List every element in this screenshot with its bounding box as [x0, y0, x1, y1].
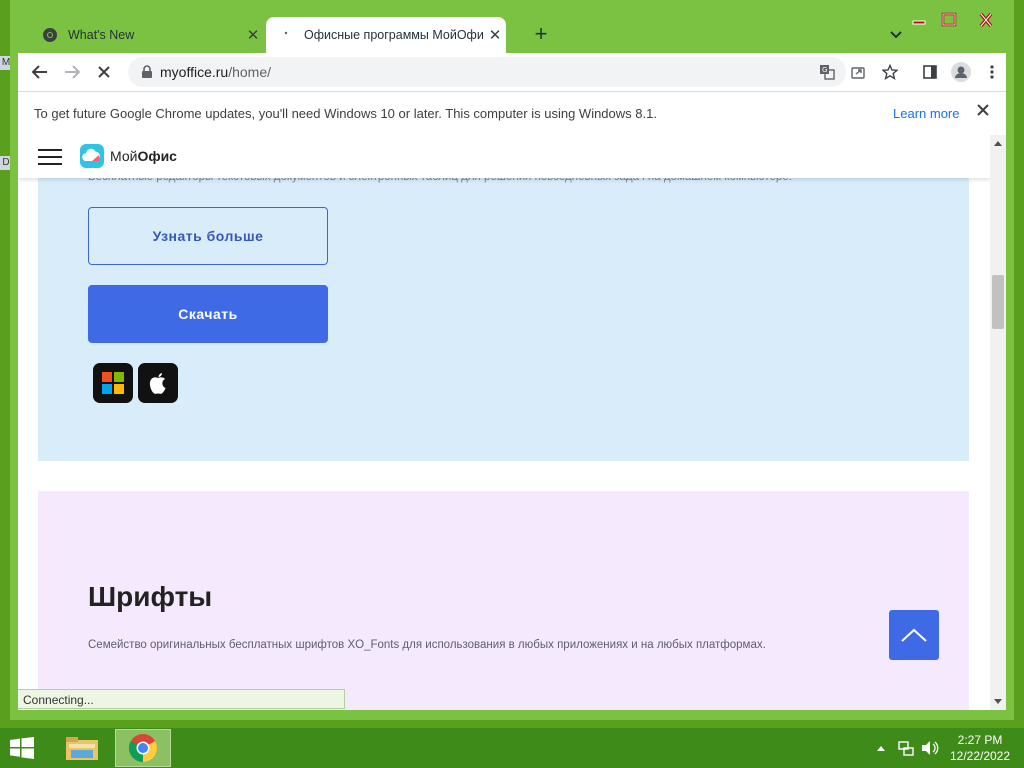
loading-favicon-icon: [284, 31, 288, 35]
tab-close-icon[interactable]: ✕: [484, 26, 506, 44]
show-hidden-icons-icon[interactable]: [876, 744, 886, 752]
tab-myoffice[interactable]: Офисные программы МойОфи ✕: [266, 17, 506, 53]
section-title: Шрифты: [88, 581, 213, 612]
chevron-up-icon: [901, 628, 927, 642]
share-button[interactable]: [846, 60, 870, 84]
url-path: /home/: [228, 64, 272, 80]
side-panel-button[interactable]: [918, 60, 942, 84]
translate-icon: G: [820, 65, 835, 80]
chrome-taskbar-button[interactable]: [115, 729, 171, 767]
update-infobar: To get future Google Chrome updates, you…: [18, 91, 1006, 136]
fonts-section: Шрифты Семейство оригинальных бесплатных…: [38, 491, 969, 710]
hero-section: Бесплатные редакторы текстовых документо…: [38, 135, 969, 461]
svg-text:G: G: [822, 66, 827, 74]
apple-logo-icon: [149, 373, 166, 394]
site-header: МойОфис: [18, 135, 990, 178]
arrow-left-icon: [31, 65, 47, 79]
clock-time: 2:27 PM: [957, 733, 1003, 747]
tab-close-icon[interactable]: ✕: [242, 26, 264, 44]
file-explorer-taskbar-button[interactable]: [54, 729, 110, 767]
kebab-menu-icon: [990, 65, 994, 79]
tab-whats-new[interactable]: What's New ✕: [30, 17, 264, 53]
myoffice-logo-icon: [80, 144, 104, 168]
tab-strip: What's New ✕ Офисные программы МойОфи ✕ …: [18, 17, 1014, 53]
learn-more-link[interactable]: Learn more: [893, 106, 959, 121]
scroll-up-arrow-icon[interactable]: [994, 141, 1002, 146]
translate-button[interactable]: G: [815, 60, 839, 84]
stop-button[interactable]: [92, 60, 116, 84]
scroll-to-top-button[interactable]: [889, 610, 939, 660]
windows-taskbar: 2:27 PM 12/22/2022: [0, 728, 1024, 768]
browser-window: What's New ✕ Офисные программы МойОфи ✕ …: [10, 0, 1014, 720]
tab-title: Офисные программы МойОфи: [304, 28, 484, 42]
windows-start-icon[interactable]: [10, 737, 34, 759]
profile-button[interactable]: [949, 60, 973, 84]
chevron-down-icon[interactable]: [886, 23, 906, 47]
avatar-icon: [951, 62, 971, 82]
system-clock[interactable]: 2:27 PM 12/22/2022: [940, 732, 1020, 764]
url-host: myoffice.ru: [160, 64, 229, 80]
menu-button[interactable]: [980, 60, 1004, 84]
close-icon[interactable]: [975, 102, 991, 118]
learn-more-button[interactable]: Узнать больше: [88, 207, 328, 265]
url-text: myoffice.ru/home/: [160, 64, 271, 80]
bookmark-button[interactable]: [878, 60, 902, 84]
logo-text-part2: Офис: [137, 148, 177, 164]
lock-icon: [142, 65, 152, 78]
macos-download-button[interactable]: [138, 363, 178, 403]
chrome-icon: [129, 734, 157, 762]
close-window-icon[interactable]: [976, 11, 996, 29]
windows-logo-icon: [102, 372, 124, 394]
scroll-down-arrow-icon[interactable]: [994, 699, 1002, 704]
logo-text-part1: Мой: [110, 148, 138, 164]
browser-toolbar: myoffice.ru/home/ G: [18, 53, 1006, 91]
new-tab-icon[interactable]: +: [528, 21, 554, 47]
back-button[interactable]: [28, 60, 52, 84]
page-scrollbar[interactable]: [990, 135, 1006, 710]
side-panel-icon: [923, 65, 937, 79]
section-description: Семейство оригинальных бесплатных шрифто…: [88, 639, 766, 651]
address-bar[interactable]: myoffice.ru/home/: [128, 57, 846, 87]
logo-text: МойОфис: [110, 148, 177, 164]
forward-button[interactable]: [60, 60, 84, 84]
status-bubble: Connecting...: [18, 689, 345, 709]
minimize-icon[interactable]: [909, 11, 929, 29]
share-icon: [851, 67, 865, 79]
site-logo[interactable]: МойОфис: [80, 144, 177, 168]
tab-title: What's New: [68, 28, 135, 42]
page-viewport: Бесплатные редакторы текстовых документо…: [18, 135, 990, 710]
star-icon: [882, 64, 898, 80]
folder-icon: [66, 737, 98, 760]
infobar-message: To get future Google Chrome updates, you…: [34, 106, 657, 121]
volume-icon[interactable]: [921, 740, 939, 756]
arrow-right-icon: [65, 65, 81, 79]
windows-download-button[interactable]: [93, 363, 133, 403]
chrome-favicon-icon: [43, 28, 57, 42]
hamburger-menu-icon[interactable]: [38, 149, 62, 165]
download-button[interactable]: Скачать: [88, 285, 328, 343]
scrollbar-thumb[interactable]: [992, 275, 1004, 329]
network-icon[interactable]: [898, 740, 914, 756]
maximize-icon[interactable]: [939, 11, 959, 29]
close-icon: [98, 66, 110, 78]
clock-date: 12/22/2022: [949, 749, 1011, 763]
